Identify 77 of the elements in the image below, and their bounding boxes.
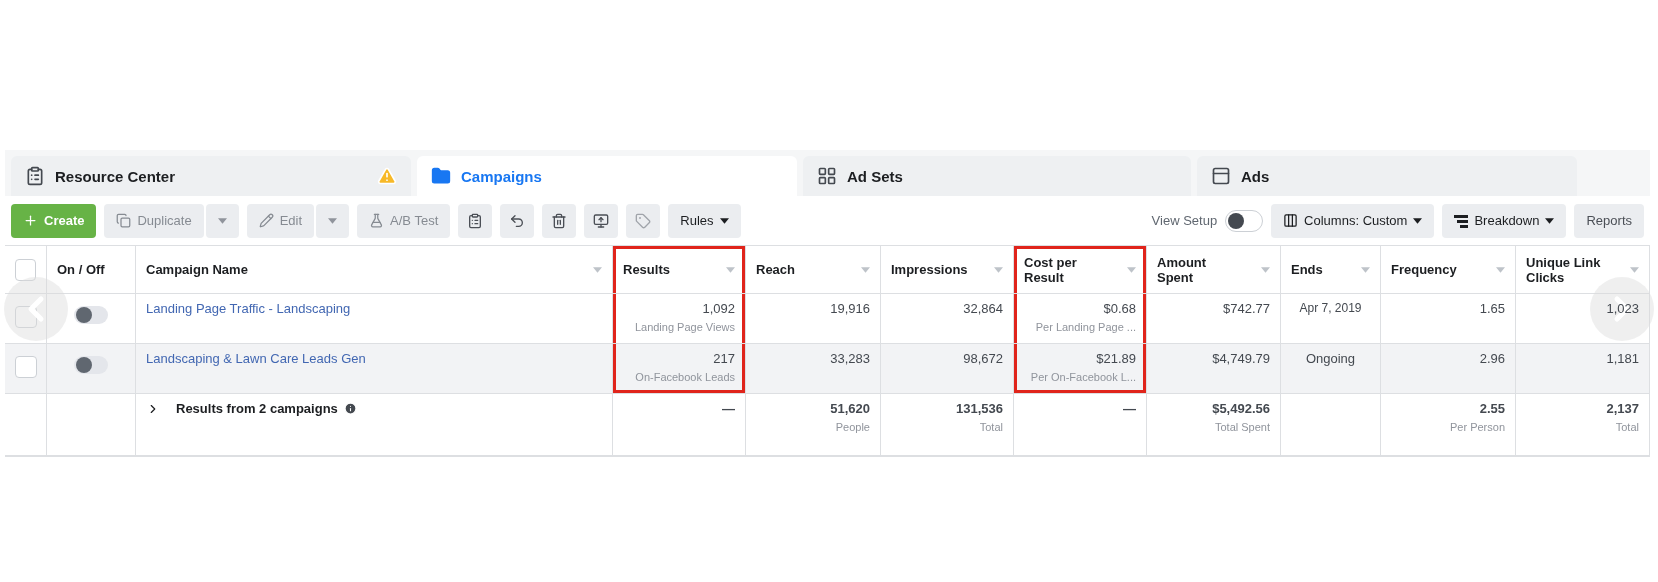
caret-icon: [328, 217, 338, 224]
grid-icon: [817, 166, 837, 186]
reports-button[interactable]: Reports: [1574, 203, 1644, 238]
campaign-toggle[interactable]: [74, 306, 108, 324]
cell-caption: On-Facebook Leads: [635, 371, 735, 383]
columns-icon: [1283, 213, 1299, 228]
cell-value: 1,092: [702, 301, 735, 316]
cell-value: $742.77: [1223, 301, 1270, 316]
folder-icon: [431, 166, 451, 186]
cell-value: 19,916: [830, 301, 870, 316]
monitor-icon: [593, 212, 610, 229]
totals-label: Results from 2 campaigns: [176, 401, 357, 416]
tab[interactable]: Ad Sets: [803, 156, 1191, 196]
caret-icon: [1413, 217, 1423, 224]
cell-value: 1,181: [1606, 351, 1639, 366]
cell-caption: Per Landing Page ...: [1035, 321, 1136, 333]
breakdown-icon: [1454, 213, 1469, 228]
caret-icon: [217, 217, 227, 224]
column-header[interactable]: Cost per Result: [1014, 246, 1147, 294]
cell-value: 217: [713, 351, 735, 366]
clipboard-button[interactable]: [458, 203, 493, 238]
trash-icon: [551, 212, 568, 229]
rules-button[interactable]: Rules: [668, 203, 741, 238]
total-caption: People: [835, 421, 870, 433]
tab[interactable]: Ads: [1197, 156, 1577, 196]
cell-value: Apr 7, 2019: [1299, 301, 1362, 315]
clipboard-icon: [467, 212, 484, 229]
cell-value: 33,283: [830, 351, 870, 366]
flask-icon: [369, 213, 385, 228]
total-caption: Per Person: [1449, 421, 1505, 433]
row-checkbox[interactable]: [14, 306, 37, 328]
view-setup-toggle[interactable]: [1225, 209, 1264, 232]
select-all-checkbox[interactable]: [15, 258, 36, 281]
cell-value: 1.65: [1479, 301, 1505, 316]
total-value: $5,492.56: [1212, 401, 1270, 416]
undo-icon: [509, 212, 526, 229]
tab[interactable]: Resource Center: [11, 156, 411, 196]
total-value: 131,536: [956, 401, 1003, 416]
row-checkbox[interactable]: [14, 356, 37, 378]
total-value: 2,137: [1606, 401, 1639, 416]
info-icon: [343, 402, 357, 415]
caret-icon: [719, 217, 729, 224]
total-value: 2.55: [1479, 401, 1505, 416]
total-caption: Total: [979, 421, 1003, 433]
panel-icon: [1211, 166, 1231, 186]
cell-value: 2.96: [1479, 351, 1505, 366]
total-value: —: [722, 401, 735, 416]
pencil-icon: [258, 213, 274, 228]
campaign-toggle[interactable]: [74, 356, 108, 374]
cell-caption: Landing Page Views: [634, 321, 735, 333]
trash-button[interactable]: [542, 203, 577, 238]
cell-value: Ongoing: [1305, 351, 1356, 366]
column-header[interactable]: Results: [613, 246, 746, 294]
caret-icon: [1545, 217, 1555, 224]
cell-value: 98,672: [963, 351, 1003, 366]
total-value: 51,620: [830, 401, 870, 416]
columns-button[interactable]: Columns: Custom: [1271, 203, 1435, 238]
monitor-button[interactable]: [584, 203, 619, 238]
plus-icon: [23, 213, 38, 228]
cell-caption: Per On-Facebook L...: [1030, 371, 1136, 383]
cell-value: $0.68: [1103, 301, 1136, 316]
cell-value: $4,749.79: [1212, 351, 1270, 366]
view-setup-label: View Setup: [1151, 213, 1218, 228]
campaign-link[interactable]: Landing Page Traffic - Landscaping: [146, 301, 351, 316]
copy-icon: [116, 213, 132, 228]
undo-button[interactable]: [500, 203, 535, 238]
breakdown-button[interactable]: Breakdown: [1442, 203, 1567, 238]
cell-value: 1,023: [1606, 301, 1639, 316]
cell-value: $21.89: [1096, 351, 1136, 366]
cell-value: 32,864: [963, 301, 1003, 316]
tag-icon: [635, 212, 652, 229]
tab[interactable]: Campaigns: [417, 156, 797, 196]
total-caption: Total Spent: [1214, 421, 1270, 433]
clipboard-icon: [25, 166, 45, 186]
campaign-link[interactable]: Landscaping & Lawn Care Leads Gen: [146, 351, 366, 366]
total-value: —: [1123, 401, 1136, 416]
total-caption: Total: [1615, 421, 1639, 433]
